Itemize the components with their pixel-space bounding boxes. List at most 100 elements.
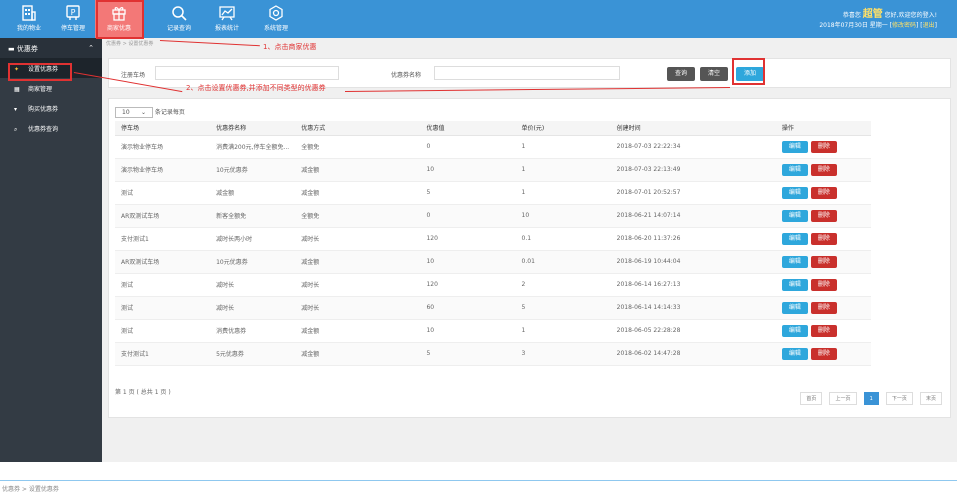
edit-button[interactable]: 编辑: [781, 186, 808, 199]
table-cell: 减时长: [295, 227, 421, 251]
sidebar-item-coupon-query[interactable]: ⌕ 优惠券查询: [0, 118, 102, 138]
edit-button[interactable]: 编辑: [781, 209, 808, 222]
page-size-suffix: 条记录每页: [154, 109, 185, 116]
coupon-list-panel: 10 ⌄ 条记录每页 停车场 优惠券名称 优惠方式 优惠值 单价(元) 创建时间 操作 演示…: [108, 98, 951, 418]
delete-button[interactable]: 删除: [810, 232, 837, 245]
edit-button[interactable]: 编辑: [781, 163, 808, 176]
table-cell: 测试: [115, 319, 211, 343]
table-cell: 测试: [115, 181, 211, 205]
parking-lot-input[interactable]: [155, 66, 339, 80]
annotation-step2: 2、点击设置优惠券,并添加不同类型的优惠券: [186, 84, 326, 92]
table-row: 测试 减时长 减时长 60 5 2018-06-14 14:14:33 编辑 删除: [115, 296, 871, 320]
pager-last[interactable]: 末页: [919, 392, 942, 405]
table-cell: 5元优惠券: [210, 342, 296, 366]
clear-button[interactable]: 清空: [700, 67, 728, 81]
svg-text:P: P: [71, 8, 76, 17]
table-cell: 减金额: [295, 319, 421, 343]
actions-cell: 编辑 删除: [775, 342, 871, 366]
main-content: 优惠券 > 设置优惠券 注册车场 优惠券名称 查询 清空 添加 10 ⌄ 条记录…: [102, 38, 957, 462]
welcome-prefix: 恭喜您: [842, 12, 861, 19]
table-cell: 减金额: [295, 158, 421, 182]
nav-label: 我的物业: [16, 25, 41, 32]
table-cell: 支付测试1: [115, 227, 211, 251]
table-cell: 减时长: [295, 296, 421, 320]
change-password-link[interactable]: 修改密码: [892, 22, 916, 29]
table-cell: 10: [515, 204, 611, 228]
breadcrumb-part2: 设置优惠券: [128, 41, 154, 47]
delete-button[interactable]: 删除: [810, 301, 837, 314]
table-row: 测试 消费优惠券 减金额 10 1 2018-06-05 22:28:28 编辑 删除: [115, 319, 871, 343]
table-cell: 5: [420, 342, 516, 366]
delete-button[interactable]: 删除: [810, 163, 837, 176]
table-cell: 消费优惠券: [210, 319, 296, 343]
table-cell: 减金额: [295, 250, 421, 274]
delete-button[interactable]: 删除: [810, 186, 837, 199]
nav-label: 停车管理: [60, 25, 85, 32]
delete-button[interactable]: 删除: [810, 347, 837, 360]
nav-parking[interactable]: P 停车管理: [51, 0, 95, 38]
column-header: 停车场: [115, 121, 211, 136]
edit-button[interactable]: 编辑: [781, 347, 808, 360]
table-row: 演示物业停车场 消费满200元,停车全额免... 全额免 0 1 2018-07-03 2…: [115, 135, 871, 159]
column-header: 优惠方式: [295, 121, 421, 136]
nav-record-query[interactable]: 记录查询: [157, 0, 201, 38]
edit-button[interactable]: 编辑: [781, 140, 808, 153]
sidebar-item-buy-coupon[interactable]: ▾ 购买优惠券: [0, 98, 102, 118]
table-cell: 3: [515, 342, 611, 366]
table-cell: 2018-06-14 14:14:33: [610, 296, 776, 320]
page-size-select[interactable]: 10 ⌄: [115, 107, 153, 118]
annotation-box-set-coupon: [8, 63, 72, 81]
nav-my-property[interactable]: 我的物业: [7, 0, 51, 38]
date-line: 2018年07月30日 星期一 [修改密码] [退出]: [819, 22, 937, 29]
table-cell: 2018-06-20 11:37:26: [610, 227, 776, 251]
table-row: 测试 减金额 减金额 5 1 2018-07-01 20:52:57 编辑 删除: [115, 181, 871, 205]
pager-first[interactable]: 首页: [800, 392, 823, 405]
pagination: 首页 上一页 1 下一页 末页: [798, 385, 942, 405]
breadcrumb-part1[interactable]: 优惠券: [106, 41, 121, 47]
pager-next[interactable]: 下一页: [885, 392, 913, 405]
table-cell: 2018-07-03 22:13:49: [610, 158, 776, 182]
table-cell: 0: [420, 204, 516, 228]
table-cell: 5: [420, 181, 516, 205]
table-row: 演示物业停车场 10元优惠券 减金额 10 1 2018-07-03 22:13:49 编辑…: [115, 158, 871, 182]
search-button[interactable]: 查询: [667, 67, 695, 81]
coupon-name-input[interactable]: [434, 66, 620, 80]
delete-button[interactable]: 删除: [810, 255, 837, 268]
delete-button[interactable]: 删除: [810, 324, 837, 337]
sidebar-item-label: 购买优惠券: [28, 106, 59, 113]
edit-button[interactable]: 编辑: [781, 278, 808, 291]
table-row: AR双测试车场 10元优惠券 减金额 10 0.01 2018-06-19 10:44:0…: [115, 250, 871, 274]
delete-button[interactable]: 删除: [810, 278, 837, 291]
table-row: 支付测试1 减时长两小时 减时长 120 0.1 2018-06-20 11:37:26 编…: [115, 227, 871, 251]
edit-button[interactable]: 编辑: [781, 255, 808, 268]
table-cell: 10元优惠券: [210, 158, 296, 182]
welcome-line: 恭喜您 超管 您好,欢迎您的登入!: [843, 5, 937, 20]
table-cell: 2018-06-14 16:27:13: [610, 273, 776, 297]
logout-link[interactable]: 退出: [923, 22, 935, 29]
edit-button[interactable]: 编辑: [781, 232, 808, 245]
table-cell: 1: [515, 135, 611, 159]
sidebar-section-coupon[interactable]: ▬ 优惠券 ⌃: [0, 38, 102, 58]
table-cell: 1: [515, 158, 611, 182]
nav-report-stats[interactable]: 报表统计: [205, 0, 249, 38]
table-cell: 测试: [115, 296, 211, 320]
edit-button[interactable]: 编辑: [781, 301, 808, 314]
chevron-up-icon: ⌃: [88, 44, 94, 52]
page-size-value: 10: [122, 109, 130, 116]
actions-cell: 编辑 删除: [775, 181, 871, 205]
sidebar-item-merchant-management[interactable]: ▦ 商家管理: [0, 78, 102, 98]
sidebar-item-label: 商家管理: [28, 86, 53, 93]
table-cell: 2018-06-02 14:47:28: [610, 342, 776, 366]
nav-system-management[interactable]: 系统管理: [254, 0, 298, 38]
delete-button[interactable]: 删除: [810, 209, 837, 222]
table-cell: 支付测试1: [115, 342, 211, 366]
table-cell: 减金额: [210, 181, 296, 205]
edit-button[interactable]: 编辑: [781, 324, 808, 337]
table-cell: 10: [420, 250, 516, 274]
column-header: 操作: [775, 121, 871, 136]
pager-current[interactable]: 1: [863, 392, 879, 405]
username: 超管: [862, 9, 883, 20]
delete-button[interactable]: 删除: [810, 140, 837, 153]
pager-prev[interactable]: 上一页: [829, 392, 857, 405]
table-cell: 10元优惠券: [210, 250, 296, 274]
